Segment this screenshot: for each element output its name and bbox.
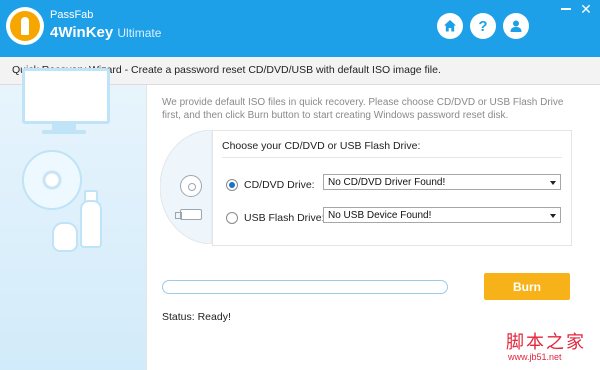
chevron-down-icon <box>550 214 556 218</box>
app-name: 4WinKey <box>50 24 114 41</box>
cd-dvd-select[interactable]: No CD/DVD Driver Found! <box>323 174 561 190</box>
cd-dvd-select-value: No CD/DVD Driver Found! <box>328 177 446 188</box>
key-icon <box>21 17 29 35</box>
minimize-button[interactable] <box>558 0 574 14</box>
watermark-url: www.jb51.net <box>508 352 562 362</box>
monitor-icon <box>22 68 110 124</box>
home-button[interactable] <box>437 13 463 39</box>
app-title: 4WinKey Ultimate <box>50 24 161 41</box>
title-bar: PassFab 4WinKey Ultimate ? ✕ <box>0 0 600 57</box>
home-icon <box>444 20 456 32</box>
chevron-down-icon <box>550 181 556 185</box>
intro-text: We provide default ISO files in quick re… <box>162 97 564 121</box>
cd-dvd-label: CD/DVD Drive: <box>244 179 315 191</box>
account-icon <box>510 20 522 32</box>
mouse-icon <box>52 222 78 252</box>
brand-company: PassFab <box>50 9 94 21</box>
burn-progress-bar <box>162 280 448 294</box>
monitor-base <box>42 130 86 134</box>
burn-button[interactable]: Burn <box>484 273 570 300</box>
disc-icon <box>22 150 82 210</box>
usb-select-value: No USB Device Found! <box>328 210 432 221</box>
usb-drive-icon <box>80 200 102 248</box>
panel-divider <box>146 85 147 370</box>
close-button[interactable]: ✕ <box>578 2 594 16</box>
usb-label: USB Flash Drive: <box>244 212 325 224</box>
help-button[interactable]: ? <box>470 13 496 39</box>
help-icon: ? <box>478 17 488 35</box>
status-text: Status: Ready! <box>162 311 231 323</box>
usb-radio[interactable] <box>226 212 238 224</box>
drive-choice-title: Choose your CD/DVD or USB Flash Drive: <box>222 140 421 152</box>
app-edition: Ultimate <box>117 26 162 40</box>
cd-icon <box>180 175 202 197</box>
cd-dvd-radio[interactable] <box>226 179 238 191</box>
usb-select[interactable]: No USB Device Found! <box>323 207 561 223</box>
usb-icon <box>175 209 202 220</box>
account-button[interactable] <box>503 13 529 39</box>
app-logo <box>6 7 44 45</box>
divider <box>222 157 562 158</box>
watermark-logo-text: 脚本之家 <box>506 332 586 353</box>
